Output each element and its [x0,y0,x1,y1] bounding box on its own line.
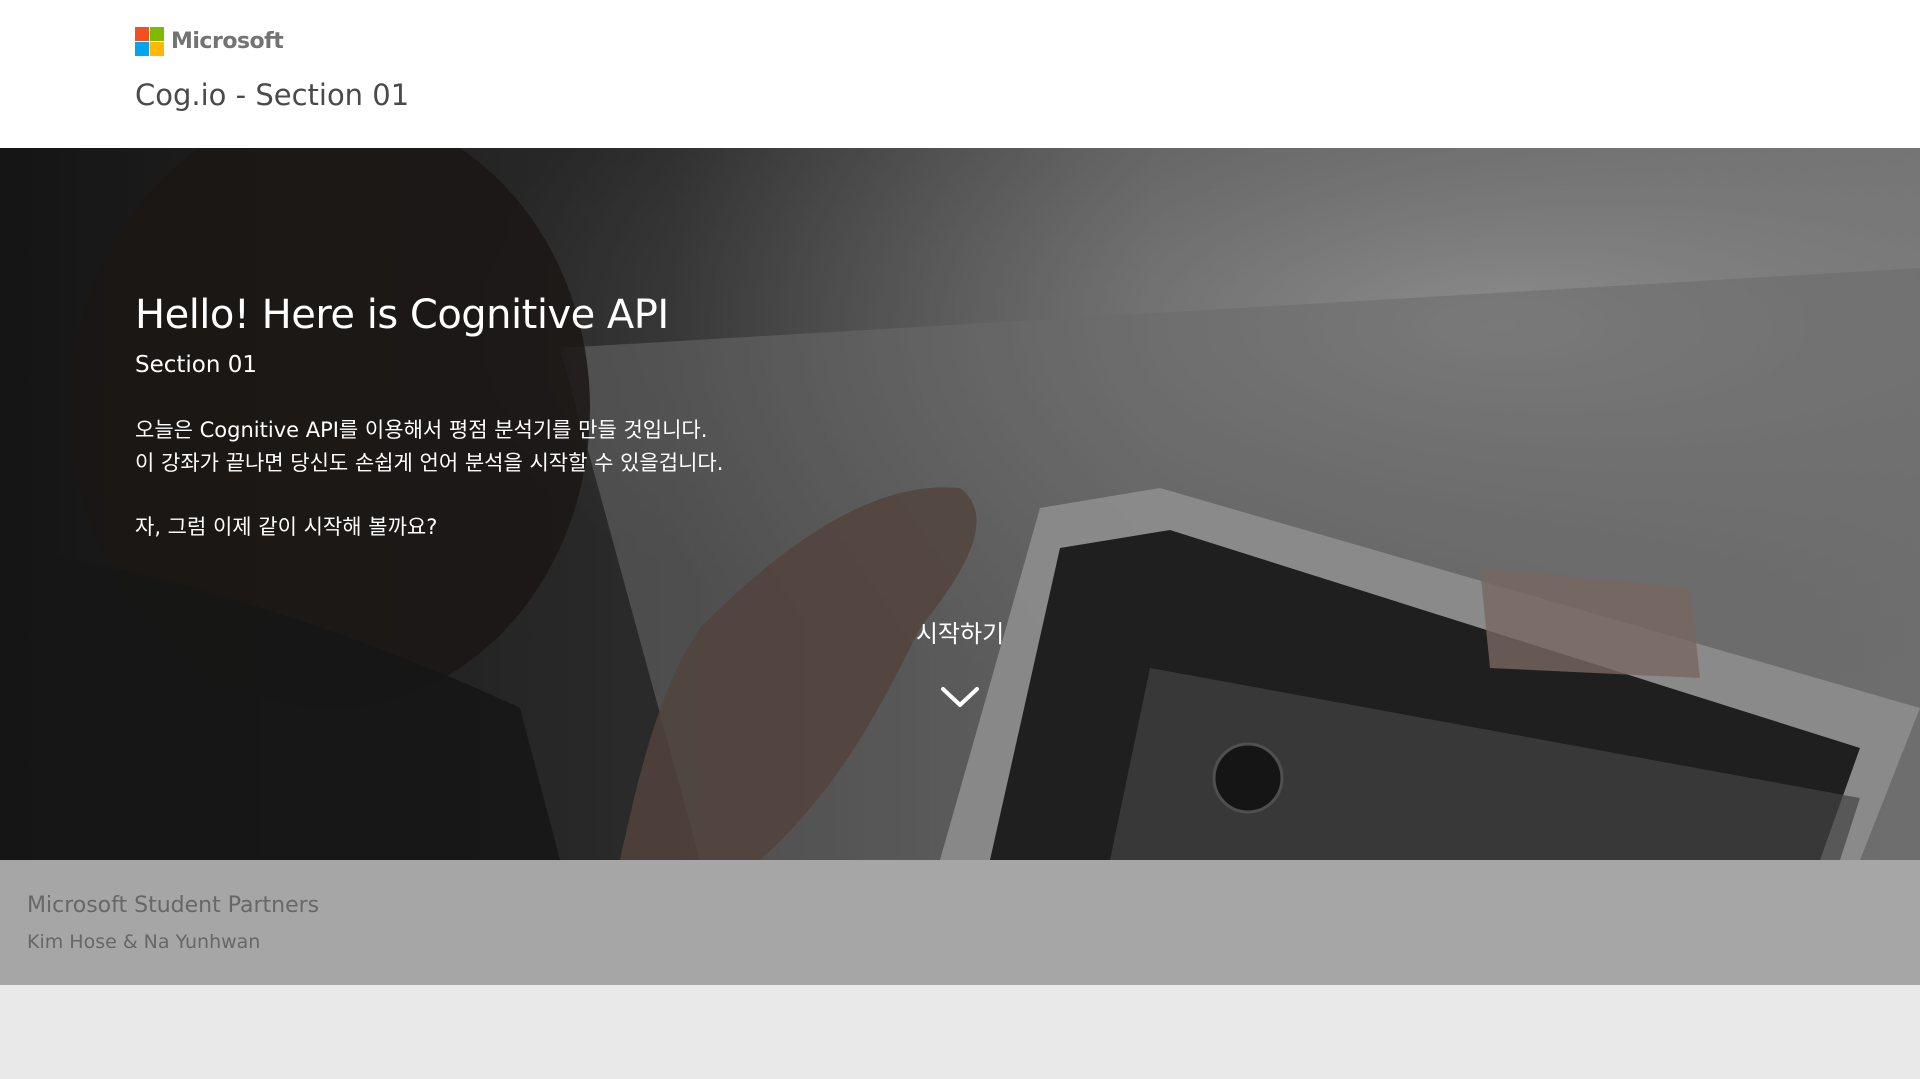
hero-description: 오늘은 Cognitive API를 이용해서 평점 분석기를 만들 것입니다.… [135,414,723,480]
hero-subtitle: Section 01 [135,352,258,378]
hero-title: Hello! Here is Cognitive API [135,292,669,338]
hero-description-line: 이 강좌가 끝나면 당신도 손쉽게 언어 분석을 시작할 수 있을겁니다. [135,451,724,475]
start-button-label[interactable]: 시작하기 [880,614,1040,649]
microsoft-logo[interactable]: Microsoft [135,27,284,56]
hero-section: Hello! Here is Cognitive API Section 01 … [0,148,1920,860]
site-title[interactable]: Cog.io - Section 01 [135,78,409,112]
site-header: Microsoft Cog.io - Section 01 [0,0,1920,148]
hero-content: Hello! Here is Cognitive API Section 01 … [135,292,723,541]
footer-authors: Kim Hose & Na Yunhwan [27,931,261,953]
brand-name: Microsoft [171,29,284,54]
site-footer: Microsoft Student Partners Kim Hose & Na… [0,860,1920,985]
start-button[interactable]: 시작하기 [880,614,1040,709]
hero-question: 자, 그럼 이제 같이 시작해 볼까요? [135,515,438,539]
microsoft-logo-icon [135,27,164,56]
hero-description-line: 오늘은 Cognitive API를 이용해서 평점 분석기를 만들 것입니다. [135,418,708,442]
page-bottom-spacer [0,985,1920,1079]
chevron-down-icon[interactable] [940,685,980,709]
footer-organization: Microsoft Student Partners [27,893,320,918]
